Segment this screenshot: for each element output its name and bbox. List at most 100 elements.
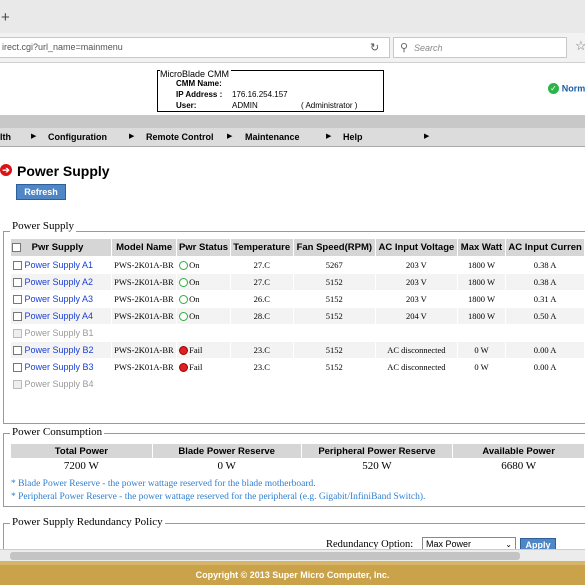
status-cell: On bbox=[177, 291, 230, 307]
horizontal-scrollbar[interactable] bbox=[0, 549, 585, 561]
footer: Copyright © 2013 Super Micro Computer, I… bbox=[0, 565, 585, 585]
power-supply-legend: Power Supply bbox=[10, 220, 77, 232]
pwr-supply-cell: Power Supply B4 bbox=[11, 376, 112, 392]
col-header-max-watt: Max Watt bbox=[457, 239, 506, 256]
table-row: Power Supply A4 PWS-2K01A-BR On 28.C 515… bbox=[11, 308, 584, 324]
temperature-cell bbox=[230, 376, 293, 392]
user-value: ADMIN bbox=[232, 101, 258, 110]
fan-speed-cell: 5267 bbox=[293, 257, 376, 273]
row-checkbox bbox=[13, 329, 22, 339]
pwr-supply-link[interactable]: Power Supply A1 bbox=[25, 260, 94, 270]
table-row: Power Supply B1 bbox=[11, 325, 584, 341]
app-header: MicroBlade CMM CMM Name: IP Address : 17… bbox=[0, 63, 585, 115]
model-cell bbox=[112, 325, 177, 341]
available-power-value: 6680 W bbox=[453, 459, 584, 473]
fan-speed-cell bbox=[293, 325, 376, 341]
main-menu: lth ▶ Configuration ▶ Remote Control ▶ M… bbox=[0, 128, 585, 147]
status-fail-icon bbox=[179, 363, 189, 373]
current-cell: 0.50 A bbox=[506, 308, 584, 324]
scrollbar-thumb[interactable] bbox=[10, 552, 520, 560]
status-cell: On bbox=[177, 274, 230, 290]
menu-configuration[interactable]: Configuration bbox=[48, 132, 107, 142]
fan-speed-cell: 5152 bbox=[293, 342, 376, 358]
search-icon: ⚲ bbox=[400, 42, 409, 54]
pwr-supply-link[interactable]: Power Supply A2 bbox=[25, 277, 94, 287]
menu-arrow-icon: ▶ bbox=[129, 133, 135, 140]
status-ok-icon bbox=[179, 261, 189, 271]
power-consumption-table: Total Power Blade Power Reserve Peripher… bbox=[10, 443, 585, 474]
temperature-cell: 27.C bbox=[230, 274, 293, 290]
col-header-peripheral-reserve: Peripheral Power Reserve bbox=[301, 444, 453, 458]
fan-speed-cell bbox=[293, 376, 376, 392]
row-checkbox[interactable] bbox=[13, 312, 22, 322]
current-cell bbox=[506, 325, 584, 341]
pwr-supply-link[interactable]: Power Supply A4 bbox=[25, 311, 94, 321]
pwr-supply-link[interactable]: Power Supply B2 bbox=[25, 345, 94, 355]
model-cell: PWS-2K01A-BR bbox=[112, 257, 177, 273]
status-ok-icon bbox=[179, 312, 189, 322]
cmm-title: MicroBlade CMM bbox=[160, 69, 232, 79]
status-ok-icon bbox=[179, 278, 189, 288]
temperature-cell: 23.C bbox=[230, 342, 293, 358]
table-row: Power Supply B4 bbox=[11, 376, 584, 392]
voltage-cell: AC disconnected bbox=[376, 342, 457, 358]
table-row: Power Supply B2 PWS-2K01A-BR Fail 23.C 5… bbox=[11, 342, 584, 358]
pwr-supply-link[interactable]: Power Supply B3 bbox=[25, 362, 94, 372]
url-bar[interactable]: irect.cgi?url_name=mainmenu ↻ bbox=[0, 37, 390, 58]
col-header-total-power: Total Power bbox=[11, 444, 152, 458]
voltage-cell: 203 V bbox=[376, 291, 457, 307]
row-checkbox[interactable] bbox=[13, 261, 22, 271]
menu-maintenance[interactable]: Maintenance bbox=[245, 132, 300, 142]
model-cell: PWS-2K01A-BR bbox=[112, 308, 177, 324]
redundancy-legend: Power Supply Redundancy Policy bbox=[10, 516, 165, 528]
new-tab-button[interactable]: + bbox=[1, 10, 10, 25]
max-watt-cell: 0 W bbox=[457, 342, 506, 358]
row-checkbox[interactable] bbox=[13, 295, 22, 305]
voltage-cell: AC disconnected bbox=[376, 359, 457, 375]
reload-icon[interactable]: ↻ bbox=[370, 41, 379, 54]
row-checkbox[interactable] bbox=[13, 278, 22, 288]
menu-arrow-icon: ▶ bbox=[227, 133, 233, 140]
menu-arrow-icon: ▶ bbox=[424, 133, 430, 140]
temperature-cell: 26.C bbox=[230, 291, 293, 307]
col-header-ac-voltage: AC Input Voltage bbox=[376, 239, 457, 256]
cmm-name-label: CMM Name: bbox=[176, 79, 222, 88]
menu-help[interactable]: Help bbox=[343, 132, 363, 142]
menu-health[interactable]: lth bbox=[0, 132, 11, 142]
max-watt-cell bbox=[457, 376, 506, 392]
row-checkbox[interactable] bbox=[13, 346, 22, 356]
status-cell bbox=[177, 325, 230, 341]
table-row: 7200 W 0 W 520 W 6680 W bbox=[11, 459, 584, 473]
fan-speed-cell: 5152 bbox=[293, 308, 376, 324]
menu-remote-control[interactable]: Remote Control bbox=[146, 132, 214, 142]
pwr-supply-cell: Power Supply A4 bbox=[11, 308, 112, 324]
col-header-ac-current: AC Input Curren bbox=[506, 239, 584, 256]
row-checkbox[interactable] bbox=[13, 363, 22, 373]
menu-arrow-icon: ▶ bbox=[326, 133, 332, 140]
user-role: ( Administrator ) bbox=[301, 101, 358, 110]
voltage-cell bbox=[376, 325, 457, 341]
status-cell bbox=[177, 376, 230, 392]
model-cell: PWS-2K01A-BR bbox=[112, 342, 177, 358]
fan-speed-cell: 5152 bbox=[293, 274, 376, 290]
max-watt-cell: 1800 W bbox=[457, 257, 506, 273]
pwr-supply-link[interactable]: Power Supply A3 bbox=[25, 294, 94, 304]
row-checkbox bbox=[13, 380, 22, 390]
col-header-available-power: Available Power bbox=[453, 444, 584, 458]
refresh-button[interactable]: Refresh bbox=[16, 184, 66, 200]
pwr-supply-cell: Power Supply A3 bbox=[11, 291, 112, 307]
status-text: Norm bbox=[561, 83, 585, 94]
power-consumption-legend: Power Consumption bbox=[10, 426, 105, 438]
max-watt-cell: 1800 W bbox=[457, 308, 506, 324]
current-cell: 0.00 A bbox=[506, 359, 584, 375]
star-icon[interactable]: ☆ bbox=[575, 38, 585, 54]
pwr-supply-label: Power Supply B4 bbox=[24, 378, 94, 389]
col-header-fan-speed: Fan Speed(RPM) bbox=[293, 239, 376, 256]
browser-search-input[interactable]: ⚲ Search bbox=[393, 37, 567, 58]
model-cell bbox=[112, 376, 177, 392]
pwr-supply-cell: Power Supply B3 bbox=[11, 359, 112, 375]
current-cell: 0.31 A bbox=[506, 291, 584, 307]
current-cell: 0.38 A bbox=[506, 274, 584, 290]
select-all-checkbox[interactable] bbox=[12, 242, 21, 252]
model-cell: PWS-2K01A-BR bbox=[112, 291, 177, 307]
